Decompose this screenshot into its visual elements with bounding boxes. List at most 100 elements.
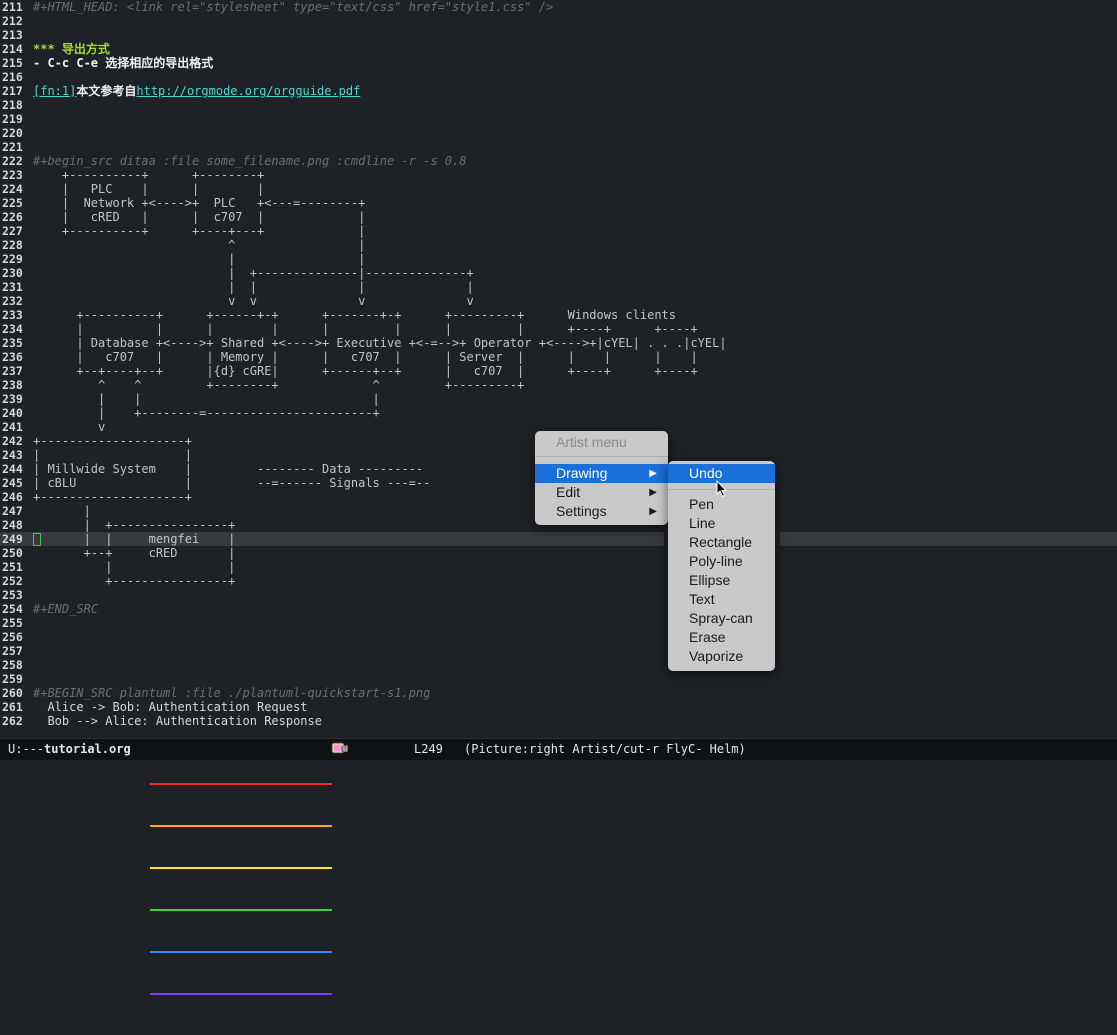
line-text: +----------------+ (33, 574, 236, 588)
editor-line[interactable]: 253 (0, 588, 1117, 602)
line-number: 240 (2, 406, 23, 420)
editor-line[interactable]: 240 | +--------=-----------------------+ (0, 406, 1117, 420)
line-number: 235 (2, 336, 23, 350)
editor-line[interactable]: 228 ^ | (0, 238, 1117, 252)
editor-line[interactable]: 221 (0, 140, 1117, 154)
submenu-item-spray-can[interactable]: Spray-can (668, 609, 775, 628)
line-number: 250 (2, 546, 23, 560)
editor-line[interactable]: 216 (0, 70, 1117, 84)
editor-line[interactable]: 236 | c707 | | Memory | | c707 | | Serve… (0, 350, 1117, 364)
current-line[interactable]: 249 | | mengfei | (0, 532, 1117, 546)
line-number: 220 (2, 126, 23, 140)
line-number: 243 (2, 448, 23, 462)
submenu-item-poly-line[interactable]: Poly-line (668, 552, 775, 571)
editor-line[interactable]: 222 #+begin_src ditaa :file some_filename… (0, 154, 1117, 168)
editor-line[interactable]: 229 | | (0, 252, 1117, 266)
line-number: 260 (2, 686, 23, 700)
line-number: 254 (2, 602, 23, 616)
line-number: 257 (2, 644, 23, 658)
line-number: 219 (2, 112, 23, 126)
editor-line[interactable]: 224 | PLC | | | (0, 182, 1117, 196)
editor-line[interactable]: 261 Alice -> Bob: Authentication Request (0, 700, 1117, 714)
text-cursor (33, 533, 41, 546)
footnote-link[interactable]: [fn:1] (33, 84, 76, 98)
line-text: +--------------------+ (33, 434, 192, 448)
editor-line[interactable]: 235 | Database +<---->+ Shared +<---->+ … (0, 336, 1117, 350)
line-number: 229 (2, 252, 23, 266)
editor-line[interactable]: 257 (0, 644, 1117, 658)
artist-menu[interactable]: Artist menu Drawing ▶ Edit ▶ Settings ▶ (535, 431, 668, 525)
line-text: | (33, 504, 91, 518)
submenu-item-rectangle[interactable]: Rectangle (668, 533, 775, 552)
line-number: 236 (2, 350, 23, 364)
editor-line[interactable]: 231 | | | | (0, 280, 1117, 294)
line-text: *** 导出方式 (33, 42, 110, 56)
editor-line[interactable]: 211 #+HTML_HEAD: <link rel="stylesheet" t… (0, 0, 1117, 14)
editor-line[interactable]: 214 *** 导出方式 (0, 42, 1117, 56)
line-text: +----------+ +--------+ (33, 168, 265, 182)
editor-line[interactable]: 237 +--+----+--+ |{d} cGRE| +------+--+ … (0, 364, 1117, 378)
line-number: 216 (2, 70, 23, 84)
line-text: | Millwide System | -------- Data ------… (33, 462, 424, 476)
line-number: 238 (2, 378, 23, 392)
editor-line[interactable]: 227 +----------+ +----+---+ | (0, 224, 1117, 238)
artist-menu-title: Artist menu (556, 434, 627, 450)
editor-line[interactable]: 220 (0, 126, 1117, 140)
editor-line[interactable]: 212 (0, 14, 1117, 28)
line-number: 252 (2, 574, 23, 588)
buffer-name[interactable]: tutorial.org (44, 739, 131, 759)
editor-line[interactable]: 255 (0, 616, 1117, 630)
line-number: 214 (2, 42, 23, 56)
line-text: +--+----+--+ |{d} cGRE| +------+--+ | c7… (33, 364, 698, 378)
editor-line[interactable]: 225 | Network +<---->+ PLC +<---=-------… (0, 196, 1117, 210)
line-text: | Database +<---->+ Shared +<---->+ Exec… (33, 336, 727, 350)
line-text: | +--------------|--------------+ (33, 266, 474, 280)
line-number: 234 (2, 322, 23, 336)
url-link[interactable]: http://orgmode.org/orgguide.pdf (136, 84, 360, 98)
editor-line[interactable]: 215 - C-c C-e 选择相应的导出格式 (0, 56, 1117, 70)
line-number: 258 (2, 658, 23, 672)
editor-line[interactable]: 262 Bob --> Alice: Authentication Respon… (0, 714, 1117, 728)
editor-line[interactable]: 258 (0, 658, 1117, 672)
line-number: 218 (2, 98, 23, 112)
line-text: #+BEGIN_SRC plantuml :file ./plantuml-qu… (33, 686, 431, 700)
editor-line[interactable]: 251 | | (0, 560, 1117, 574)
editor-line[interactable]: 223 +----------+ +--------+ (0, 168, 1117, 182)
menu-item-drawing[interactable]: Drawing ▶ (535, 464, 668, 483)
line-number: 249 (2, 532, 23, 546)
editor-line[interactable]: 259 (0, 672, 1117, 686)
editor-line[interactable]: 250 +--+ cRED | (0, 546, 1117, 560)
menu-item-settings[interactable]: Settings ▶ (535, 502, 668, 521)
editor-buffer[interactable]: 211 #+HTML_HEAD: <link rel="stylesheet" t… (0, 0, 1117, 738)
editor-line[interactable]: 260 #+BEGIN_SRC plantuml :file ./plantuml… (0, 686, 1117, 700)
editor-line[interactable]: 239 | | | (0, 392, 1117, 406)
line-text: | +----------------+ (33, 518, 236, 532)
menu-item-edit[interactable]: Edit ▶ (535, 483, 668, 502)
submenu-item-erase[interactable]: Erase (668, 628, 775, 647)
submenu-item-vaporize[interactable]: Vaporize (668, 647, 775, 666)
editor-line[interactable]: 234 | | | | | | | | +----+ +----+ (0, 322, 1117, 336)
editor-line[interactable]: 256 (0, 630, 1117, 644)
editor-line[interactable]: 213 (0, 28, 1117, 42)
editor-line[interactable]: 254 #+END_SRC (0, 602, 1117, 616)
editor-line[interactable]: 238 ^ ^ +--------+ ^ +---------+ (0, 378, 1117, 392)
submenu-item-line[interactable]: Line (668, 514, 775, 533)
line-number: 255 (2, 616, 23, 630)
line-text: Bob --> Alice: Authentication Response (33, 714, 322, 728)
line-text: +--+ cRED | (33, 546, 236, 560)
line-text: | | mengfei | (33, 532, 236, 546)
editor-line[interactable]: 232 v v v v (0, 294, 1117, 308)
editor-line[interactable]: 218 (0, 98, 1117, 112)
submenu-item-ellipse[interactable]: Ellipse (668, 571, 775, 590)
editor-line[interactable]: 252 +----------------+ (0, 574, 1117, 588)
editor-line[interactable]: 217 [fn:1]本文参考自http://orgmode.org/orgguid… (0, 84, 1117, 98)
editor-line[interactable]: 233 +----------+ +------+-+ +-------+-+ … (0, 308, 1117, 322)
line-text: | cBLU | --=------ Signals ---=-- (33, 476, 431, 490)
line-text: | | | (33, 392, 380, 406)
line-number: 261 (2, 700, 23, 714)
line-number: 227 (2, 224, 23, 238)
editor-line[interactable]: 219 (0, 112, 1117, 126)
editor-line[interactable]: 226 | cRED | | c707 | | (0, 210, 1117, 224)
editor-line[interactable]: 230 | +--------------|--------------+ (0, 266, 1117, 280)
submenu-item-text[interactable]: Text (668, 590, 775, 609)
